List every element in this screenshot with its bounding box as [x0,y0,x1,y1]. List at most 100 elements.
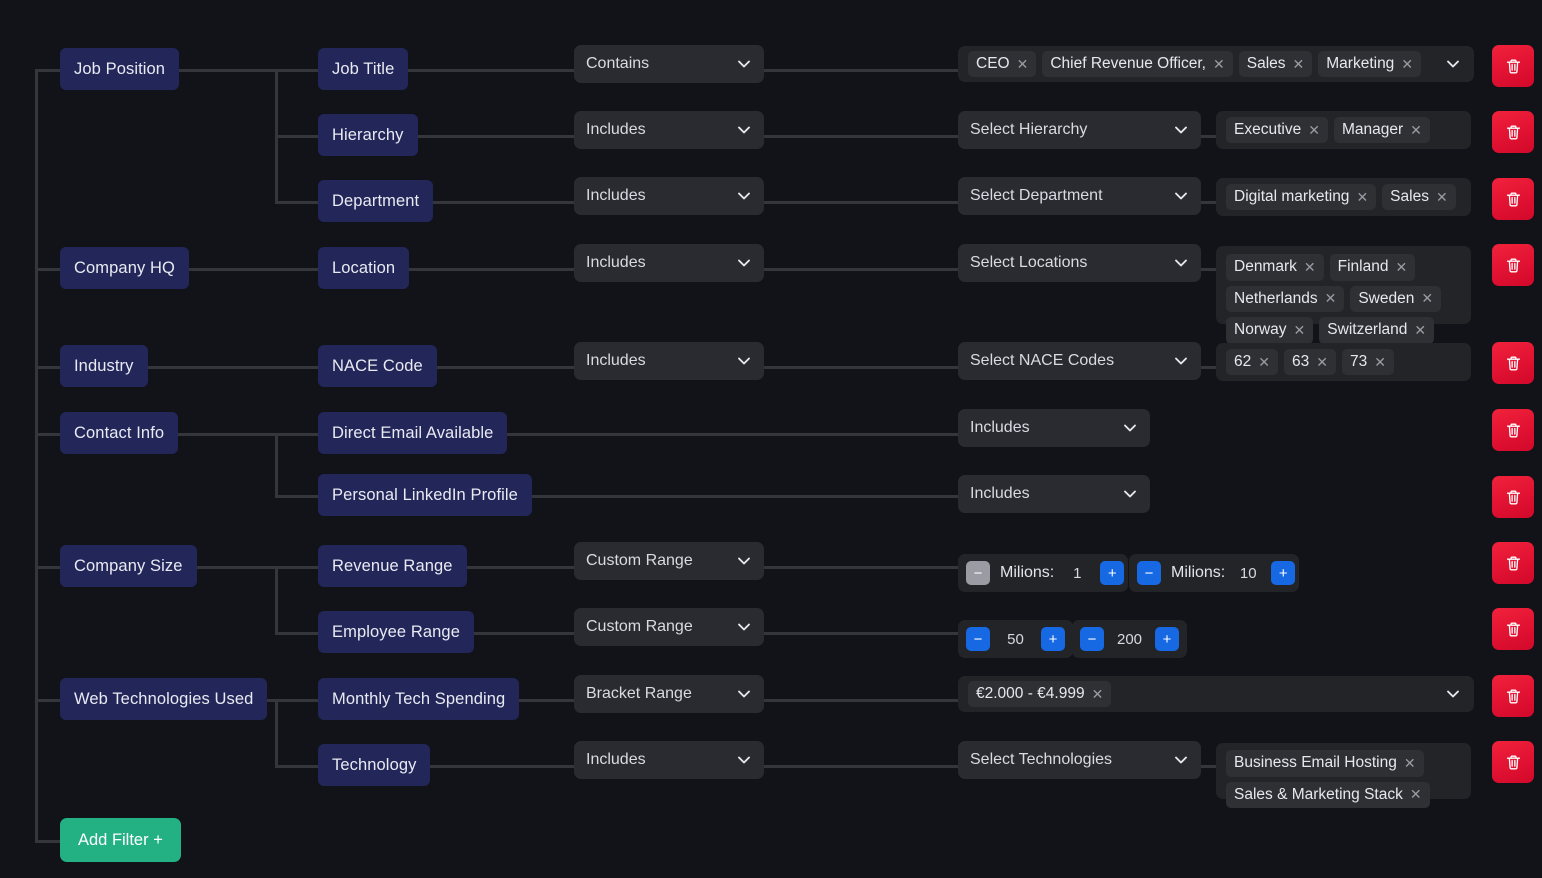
chip[interactable]: Norway✕ [1226,317,1313,344]
chip[interactable]: Sales✕ [1382,184,1456,211]
operator-select-department[interactable]: Includes [574,177,764,215]
chip[interactable]: Denmark✕ [1226,254,1324,281]
close-icon[interactable]: ✕ [1421,291,1433,305]
chip[interactable]: 63✕ [1284,349,1336,376]
revenue-max-increment[interactable]: + [1271,561,1295,585]
token-box-department[interactable]: Digital marketing✕ Sales✕ [1216,178,1471,216]
stepper-revenue-min[interactable]: − Milions: 1 + [958,554,1128,592]
field-pill-linkedin-profile[interactable]: Personal LinkedIn Profile [318,474,532,516]
close-icon[interactable]: ✕ [1294,323,1306,337]
delete-row-employee-range[interactable] [1492,608,1534,650]
field-pill-direct-email[interactable]: Direct Email Available [318,412,507,454]
close-icon[interactable]: ✕ [1258,355,1270,369]
group-pill-contact-info[interactable]: Contact Info [60,412,178,454]
employee-max-decrement[interactable]: − [1080,627,1104,651]
operator-select-revenue-range[interactable]: Custom Range [574,542,764,580]
chip[interactable]: Marketing✕ [1318,51,1421,78]
field-pill-hierarchy[interactable]: Hierarchy [318,114,418,156]
value-select-locations[interactable]: Select Locations [958,244,1201,282]
chip[interactable]: Sales✕ [1239,51,1313,78]
delete-row-technology[interactable] [1492,741,1534,783]
close-icon[interactable]: ✕ [1410,123,1422,137]
stepper-revenue-max[interactable]: − Milions: 10 + [1129,554,1299,592]
close-icon[interactable]: ✕ [1436,190,1448,204]
token-input-monthly-tech-spending[interactable]: €2.000 - €4.999✕ [958,676,1474,712]
token-box-nace-codes[interactable]: 62✕ 63✕ 73✕ [1216,343,1471,381]
add-filter-button[interactable]: Add Filter + [60,818,181,862]
group-pill-industry[interactable]: Industry [60,345,148,387]
employee-min-increment[interactable]: + [1041,627,1065,651]
delete-row-job-title[interactable] [1492,45,1534,87]
close-icon[interactable]: ✕ [1304,260,1316,274]
chip[interactable]: Business Email Hosting✕ [1226,750,1424,777]
delete-row-department[interactable] [1492,178,1534,220]
chip[interactable]: €2.000 - €4.999✕ [968,681,1111,708]
token-box-technologies[interactable]: Business Email Hosting✕ Sales & Marketin… [1216,743,1471,799]
delete-row-revenue-range[interactable] [1492,542,1534,584]
chip[interactable]: Manager✕ [1334,117,1430,144]
operator-select-employee-range[interactable]: Custom Range [574,608,764,646]
value-select-hierarchy[interactable]: Select Hierarchy [958,111,1201,149]
group-pill-company-hq[interactable]: Company HQ [60,247,189,289]
value-select-technologies[interactable]: Select Technologies [958,741,1201,779]
employee-min-value[interactable]: 50 [1003,631,1029,648]
field-pill-employee-range[interactable]: Employee Range [318,611,474,653]
chip[interactable]: Digital marketing✕ [1226,184,1376,211]
value-select-nace-codes[interactable]: Select NACE Codes [958,342,1201,380]
operator-select-nace-code[interactable]: Includes [574,342,764,380]
chip[interactable]: Switzerland✕ [1319,317,1434,344]
delete-row-hierarchy[interactable] [1492,111,1534,153]
close-icon[interactable]: ✕ [1017,57,1029,71]
chevron-down-icon[interactable] [1445,56,1461,72]
revenue-max-decrement[interactable]: − [1137,561,1161,585]
field-pill-department[interactable]: Department [318,180,433,222]
close-icon[interactable]: ✕ [1374,355,1386,369]
chip[interactable]: CEO✕ [968,51,1036,78]
operator-select-monthly-tech-spending[interactable]: Bracket Range [574,675,764,713]
delete-row-linkedin-profile[interactable] [1492,476,1534,518]
token-box-locations[interactable]: Denmark✕ Finland✕ Netherlands✕ Sweden✕ N… [1216,246,1471,324]
field-pill-monthly-tech-spending[interactable]: Monthly Tech Spending [318,678,519,720]
chip[interactable]: 73✕ [1342,349,1394,376]
field-pill-job-title[interactable]: Job Title [318,48,408,90]
delete-row-nace-code[interactable] [1492,342,1534,384]
revenue-min-decrement[interactable]: − [966,561,990,585]
delete-row-location[interactable] [1492,244,1534,286]
chip[interactable]: Sweden✕ [1350,286,1441,313]
chip[interactable]: 62✕ [1226,349,1278,376]
close-icon[interactable]: ✕ [1293,57,1305,71]
close-icon[interactable]: ✕ [1401,57,1413,71]
delete-row-direct-email[interactable] [1492,409,1534,451]
employee-max-value[interactable]: 200 [1117,631,1143,648]
chip[interactable]: Sales & Marketing Stack✕ [1226,782,1430,809]
group-pill-company-size[interactable]: Company Size [60,545,197,587]
close-icon[interactable]: ✕ [1325,291,1337,305]
close-icon[interactable]: ✕ [1356,190,1368,204]
close-icon[interactable]: ✕ [1092,687,1104,701]
value-select-direct-email-available[interactable]: Includes [958,409,1150,447]
operator-select-hierarchy[interactable]: Includes [574,111,764,149]
value-select-department[interactable]: Select Department [958,177,1201,215]
operator-select-technology[interactable]: Includes [574,741,764,779]
close-icon[interactable]: ✕ [1404,756,1416,770]
value-select-personal-linkedin-profile[interactable]: Includes [958,475,1150,513]
close-icon[interactable]: ✕ [1316,355,1328,369]
stepper-employee-min[interactable]: − 50 + [958,620,1073,658]
field-pill-revenue-range[interactable]: Revenue Range [318,545,467,587]
close-icon[interactable]: ✕ [1308,123,1320,137]
delete-row-monthly-tech-spending[interactable] [1492,675,1534,717]
token-input-job-title[interactable]: CEO✕ Chief Revenue Officer,✕ Sales✕ Mark… [958,46,1474,82]
close-icon[interactable]: ✕ [1395,260,1407,274]
close-icon[interactable]: ✕ [1414,323,1426,337]
chip[interactable]: Finland✕ [1330,254,1416,281]
stepper-employee-max[interactable]: − 200 + [1072,620,1187,658]
field-pill-location[interactable]: Location [318,247,409,289]
chip[interactable]: Executive✕ [1226,117,1328,144]
operator-select-job-title[interactable]: Contains [574,45,764,83]
employee-min-decrement[interactable]: − [966,627,990,651]
close-icon[interactable]: ✕ [1213,57,1225,71]
group-pill-job-position[interactable]: Job Position [60,48,179,90]
chip[interactable]: Netherlands✕ [1226,286,1344,313]
close-icon[interactable]: ✕ [1410,787,1422,801]
revenue-min-increment[interactable]: + [1100,561,1124,585]
